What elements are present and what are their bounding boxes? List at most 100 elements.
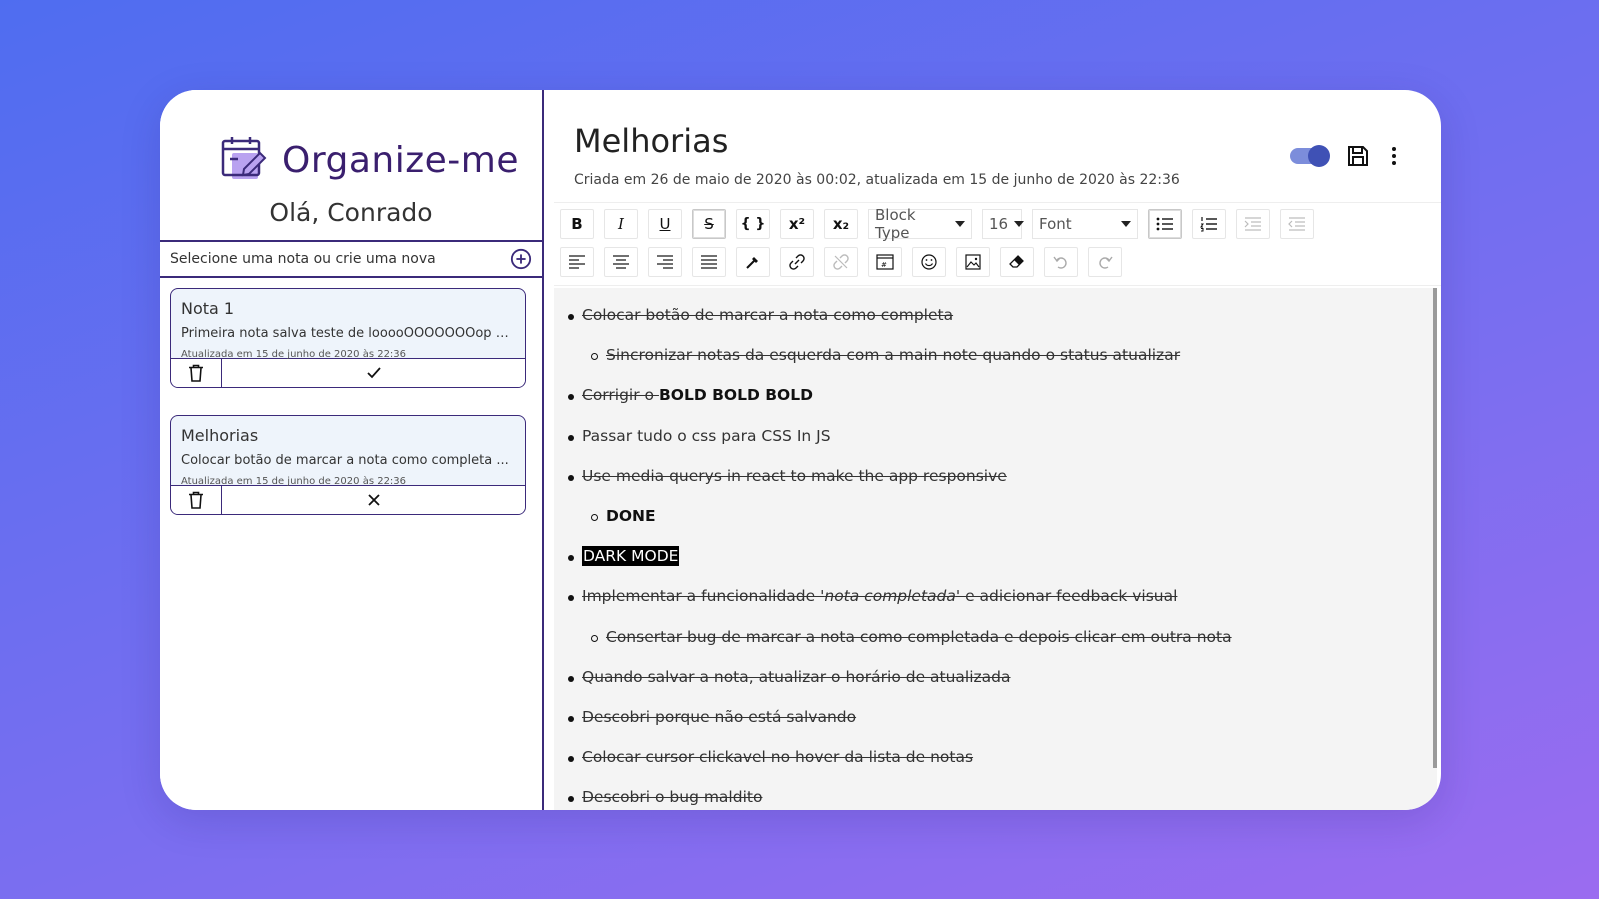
align-left-button[interactable]: [560, 247, 594, 277]
list-item-text: DONE: [606, 507, 656, 525]
list-item-text: Descobri porque não está salvando: [582, 708, 857, 726]
note-actions: [171, 358, 525, 387]
embed-button[interactable]: #: [868, 247, 902, 277]
note-title: Nota 1: [181, 299, 235, 318]
link-icon: [789, 254, 805, 270]
code-button[interactable]: { }: [736, 209, 770, 239]
toolbar-row-2: #: [560, 247, 1132, 277]
editor-toolbar: B I U S { } x² x₂ Block Type 16 Font #: [554, 202, 1441, 286]
note-card[interactable]: Melhorias Colocar botão de marcar a nota…: [170, 415, 526, 515]
list-item: Use media querys in react to make the ap…: [568, 467, 1007, 485]
close-icon: [367, 494, 380, 506]
chevron-down-icon: [1014, 221, 1025, 227]
list-item-text: ' e adicionar feedback visual: [955, 587, 1178, 605]
note-search-bar: [160, 240, 542, 278]
app-name: Organize-me: [282, 139, 519, 181]
list-item-text: Passar tudo o css para CSS In JS: [582, 427, 831, 445]
toggle-complete-button[interactable]: [222, 359, 525, 387]
note-heading[interactable]: Melhorias: [574, 122, 728, 160]
emoji-button[interactable]: [912, 247, 946, 277]
align-justify-button[interactable]: [692, 247, 726, 277]
link-button[interactable]: [780, 247, 814, 277]
note-editor: Melhorias Criada em 26 de maio de 2020 à…: [544, 90, 1441, 810]
align-right-button[interactable]: [648, 247, 682, 277]
block-type-label: Block Type: [875, 206, 916, 242]
editor-content[interactable]: Colocar botão de marcar a nota como comp…: [554, 288, 1437, 810]
image-icon: [965, 254, 981, 270]
list-item: Descobri o bug maldito: [567, 788, 763, 806]
subscript-button[interactable]: x₂: [824, 209, 858, 239]
list-item: DARK MODE: [567, 546, 680, 566]
align-center-button[interactable]: [604, 247, 638, 277]
font-size-select[interactable]: 16: [982, 209, 1025, 239]
note-body[interactable]: Nota 1 Primeira nota salva teste de looo…: [171, 289, 525, 360]
ordered-list-button[interactable]: [1192, 209, 1226, 239]
toggle-knob: [1308, 145, 1330, 167]
scrollbar[interactable]: [1433, 288, 1437, 768]
bold-button[interactable]: B: [560, 209, 594, 239]
chevron-down-icon: [955, 221, 965, 227]
font-label: Font: [1039, 215, 1072, 233]
list-item-bold: BOLD BOLD BOLD: [658, 386, 813, 404]
list-item: Sincronizar notas da esquerda com a main…: [590, 346, 1180, 364]
list-item-text: Descobri o bug maldito: [582, 788, 763, 806]
align-justify-icon: [701, 255, 717, 269]
indent-icon: [1244, 217, 1261, 231]
redo-icon: [1099, 256, 1113, 269]
undo-icon: [1053, 256, 1067, 269]
toggle-complete-button[interactable]: [222, 486, 525, 514]
note-preview: Primeira nota salva teste de looooOOOOOO…: [181, 326, 515, 341]
list-item: Consertar bug de marcar a nota como comp…: [591, 628, 1232, 646]
list-item-text: Implementar a funcionalidade ': [582, 587, 825, 605]
color-picker-button[interactable]: [736, 247, 770, 277]
unordered-list-button[interactable]: [1148, 209, 1182, 239]
list-numbered-icon: [1200, 217, 1217, 232]
list-item: DONE: [591, 507, 656, 525]
check-icon: [366, 367, 381, 379]
unlink-button[interactable]: [824, 247, 858, 277]
list-item-text: Colocar cursor clickavel no hover da lis…: [582, 748, 974, 766]
delete-note-button[interactable]: [171, 486, 222, 514]
font-select[interactable]: Font: [1032, 209, 1138, 239]
chevron-down-icon: [1121, 221, 1131, 227]
indent-button[interactable]: [1236, 209, 1270, 239]
block-type-select[interactable]: Block Type: [868, 206, 972, 242]
delete-note-button[interactable]: [171, 359, 222, 387]
list-item-text: Colocar botão de marcar a nota como comp…: [582, 306, 954, 324]
eraser-icon: [1009, 255, 1024, 268]
note-body[interactable]: Melhorias Colocar botão de marcar a nota…: [171, 416, 525, 487]
note-card[interactable]: Nota 1 Primeira nota salva teste de looo…: [170, 288, 526, 388]
list-item-highlight: DARK MODE: [582, 546, 680, 566]
eyedropper-icon: [746, 257, 758, 269]
note-title: Melhorias: [181, 426, 259, 445]
outdent-button[interactable]: [1280, 209, 1314, 239]
superscript-button[interactable]: x²: [780, 209, 814, 239]
save-icon[interactable]: [1346, 144, 1370, 168]
align-left-icon: [569, 255, 585, 269]
list-item: Colocar cursor clickavel no hover da lis…: [567, 748, 974, 766]
toolbar-row-1: B I U S { } x² x₂ Block Type 16 Font: [560, 206, 1324, 242]
list-bullet-icon: [1156, 217, 1173, 231]
remove-format-button[interactable]: [1000, 247, 1034, 277]
greeting: Olá, Conrado: [269, 198, 433, 227]
underline-button[interactable]: U: [648, 209, 682, 239]
font-size-label: 16: [989, 215, 1009, 233]
theme-toggle[interactable]: [1290, 145, 1330, 167]
italic-button[interactable]: I: [604, 209, 638, 239]
trash-icon: [189, 364, 203, 382]
image-button[interactable]: [956, 247, 990, 277]
list-item-italic: nota completada: [824, 587, 956, 605]
list-item-text: Corrigir o: [582, 386, 659, 404]
undo-button[interactable]: [1044, 247, 1078, 277]
embed-icon: #: [876, 254, 894, 270]
search-input[interactable]: [160, 241, 510, 277]
list-item-text: Consertar bug de marcar a nota como comp…: [606, 628, 1232, 646]
list-item: Corrigir o BOLD BOLD BOLD: [568, 386, 813, 404]
redo-button[interactable]: [1088, 247, 1122, 277]
more-vert-icon[interactable]: [1382, 144, 1406, 168]
smiley-icon: [921, 254, 937, 270]
align-right-icon: [657, 255, 673, 269]
add-note-icon[interactable]: [510, 248, 532, 270]
note-preview: Colocar botão de marcar a nota como comp…: [181, 453, 509, 468]
strikethrough-button[interactable]: S: [692, 209, 726, 239]
